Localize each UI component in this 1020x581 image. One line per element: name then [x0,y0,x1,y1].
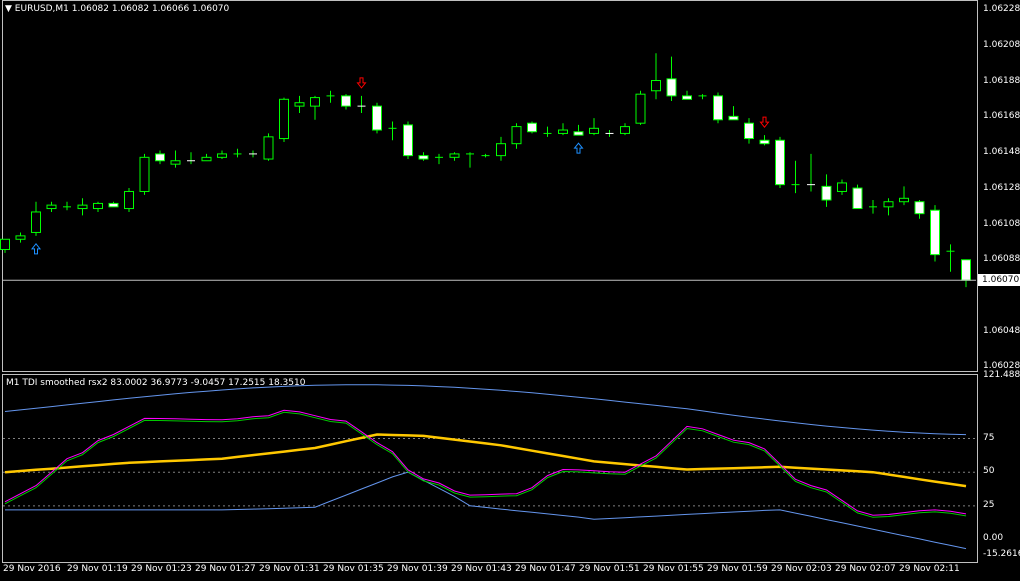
time-axis-label: 29 Nov 01:31 [259,564,320,574]
chart-ohlc: 1.06082 1.06082 1.06066 1.06070 [71,4,230,14]
candle-bull [294,102,305,107]
candle-bear [775,139,785,186]
candle-bull [201,156,212,162]
candle-bull [93,202,103,210]
price-axis-label: 1.06128 [983,183,1020,193]
time-axis-label: 29 Nov 01:43 [451,564,512,574]
indicator-axis-label: 25 [983,499,995,510]
buy-arrow-icon [573,142,584,154]
candle-bear [821,185,832,201]
candle-bear [666,78,677,97]
candle-bear [713,95,723,121]
candle-bear [728,115,739,121]
indicator-axis-label: 121.4887 [983,370,1020,380]
sell-arrow-icon [356,77,367,89]
candle-bear [852,187,863,210]
time-axis-label: 29 Nov 01:59 [707,564,768,574]
indicator-header: M1 TDI smoothed rsx2 83.0002 36.9773 -9.… [6,378,306,388]
candle-bull [837,182,847,192]
candle-bull [217,153,227,158]
time-axis-label: 29 Nov 02:03 [771,564,832,574]
candle-bull [15,235,26,240]
candle-bear [372,105,382,131]
candle-bear [155,153,165,162]
price-axis-label: 1.06208 [983,40,1020,50]
time-axis-label: 29 Nov 01:39 [387,564,448,574]
candle-bull [620,126,630,134]
tdi-upper-band [4,384,967,436]
indicator-axis-label: 50 [983,466,995,477]
candle-bear [914,201,925,215]
candle-bull [496,143,506,157]
time-axis-label: 29 Nov 01:23 [131,564,192,574]
candle-bull [0,238,10,251]
candle-bull [899,197,909,203]
candle-bear [403,124,413,157]
candle-bull [449,153,460,158]
candle-bear [108,202,119,208]
candle-bear [759,139,770,145]
sell-arrow-icon [759,116,770,128]
current-price-tag: 1.06070 [978,274,1020,287]
price-axis-label: 1.06168 [983,111,1020,121]
time-axis-label: 29 Nov 01:51 [579,564,640,574]
candle-bear [527,122,537,133]
time-axis-label: 29 Nov 01:47 [515,564,576,574]
time-axis-label: 29 Nov 01:27 [195,564,256,574]
time-axis-label: 29 Nov 2016 [3,564,61,574]
candle-bull [635,93,646,124]
chart-symbol: EURUSD,M1 [14,4,69,14]
candle-bull [589,127,599,134]
time-axis-label: 29 Nov 01:55 [643,564,704,574]
indicator-axis-label: 75 [983,432,995,443]
candle-bear [573,131,584,136]
indicator-axis-label: -15.2616 [983,549,1020,559]
candle-bull [77,204,88,210]
tdi-rsi-price-line [4,411,967,518]
tdi-market-base-line [4,433,967,488]
candle-bull [170,160,181,165]
candle-bull [263,136,274,160]
candle-bear [341,95,351,107]
candle-bull [124,190,134,210]
candle-bull [310,97,320,107]
metatrader-chart-window[interactable]: ▼ EURUSD,M1 1.06082 1.06082 1.06066 1.06… [0,0,1020,581]
candle-bear [418,155,429,160]
price-axis-label: 1.06228 [983,4,1020,14]
price-axis-label: 1.06188 [983,76,1020,86]
candle-bear [961,259,971,281]
chart-canvas[interactable] [0,0,1020,581]
price-axis-label: 1.06088 [983,254,1020,264]
candle-bull [46,204,57,210]
price-axis-label: 1.06108 [983,219,1020,229]
candle-bull [651,80,661,92]
time-axis-label: 29 Nov 01:35 [323,564,384,574]
chart-menu-triangle-icon[interactable]: ▼ [5,4,12,14]
candle-bull [883,201,894,208]
candle-bull [511,126,522,145]
candle-bear [744,122,754,140]
time-axis-label: 29 Nov 01:19 [67,564,128,574]
tdi-lower-band [5,471,967,550]
candle-bear [930,209,940,256]
candle-bull [31,211,41,233]
chart-header: ▼ EURUSD,M1 1.06082 1.06082 1.06066 1.06… [5,4,229,14]
candle-bear [682,95,692,100]
price-axis-label: 1.06148 [983,147,1020,157]
time-axis-label: 29 Nov 02:11 [899,564,960,574]
candle-bull [558,129,568,134]
buy-arrow-icon [30,243,42,255]
price-axis-label: 1.06048 [983,326,1020,336]
time-axis-label: 29 Nov 02:07 [835,564,896,574]
candle-bull [139,156,150,192]
indicator-axis-label: 0.00 [983,533,1004,544]
candle-bull [279,98,289,140]
